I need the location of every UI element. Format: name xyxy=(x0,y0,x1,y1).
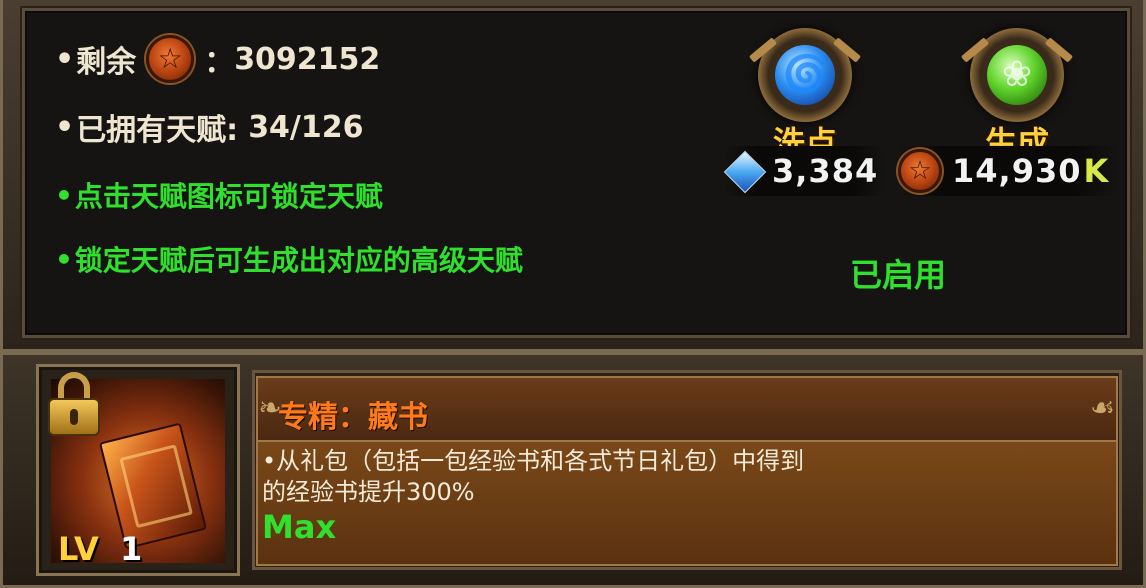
generate-cost: 14,930 K xyxy=(898,146,1118,196)
blue-swirl-orb-icon: 🌀 xyxy=(775,45,835,105)
ornament-right-icon: ☙ xyxy=(1090,391,1116,424)
talent-description-text: •从礼包（包括一包经验书和各式节日礼包）中得到的经验书提升300% xyxy=(262,447,805,506)
owned-talents-value: 34/126 xyxy=(248,109,364,145)
owned-talents-line: • 已拥有天赋: 34/126 xyxy=(55,105,364,149)
reset-cost-value: 3,384 xyxy=(772,152,879,190)
generate-cost-unit: K xyxy=(1083,152,1109,190)
green-flower-orb-icon: ❀ xyxy=(987,45,1047,105)
generate-talent-button[interactable]: ❀ 生成 xyxy=(962,28,1072,162)
level-value: 1 xyxy=(120,530,143,568)
talent-title: 专精：藏书 xyxy=(278,400,428,435)
remaining-separator: ： xyxy=(204,45,235,80)
level-label: LV xyxy=(58,530,99,568)
tip-lock-text: 点击天赋图标可锁定天赋 xyxy=(74,180,383,213)
remaining-value: 3092152 xyxy=(234,41,381,77)
status-enabled: 已启用 xyxy=(850,256,947,294)
padlock-icon[interactable] xyxy=(46,372,102,436)
pentagram-coin-icon xyxy=(898,149,942,193)
remaining-label: 剩余 xyxy=(76,45,137,80)
remaining-line: • 剩余 ： 3092152 xyxy=(55,35,380,83)
tip-generate-line: • 锁定天赋后可生成出对应的高级天赋 xyxy=(55,239,523,279)
tip-lock-line: • 点击天赋图标可锁定天赋 xyxy=(55,175,383,215)
blue-diamond-icon xyxy=(724,151,764,191)
generate-cost-value: 14,930 xyxy=(952,152,1082,190)
orb-frame: 🌀 xyxy=(758,28,852,122)
reset-cost: 3,384 xyxy=(724,146,884,196)
owned-talents-label: 已拥有天赋: xyxy=(76,113,239,148)
orb-frame: ❀ xyxy=(970,28,1064,122)
talent-max-label: Max xyxy=(262,508,337,546)
reset-talents-button[interactable]: 🌀 洗点 xyxy=(750,28,860,162)
tip-generate-text: 锁定天赋后可生成出对应的高级天赋 xyxy=(74,244,523,277)
pentagram-coin-icon xyxy=(146,35,195,83)
